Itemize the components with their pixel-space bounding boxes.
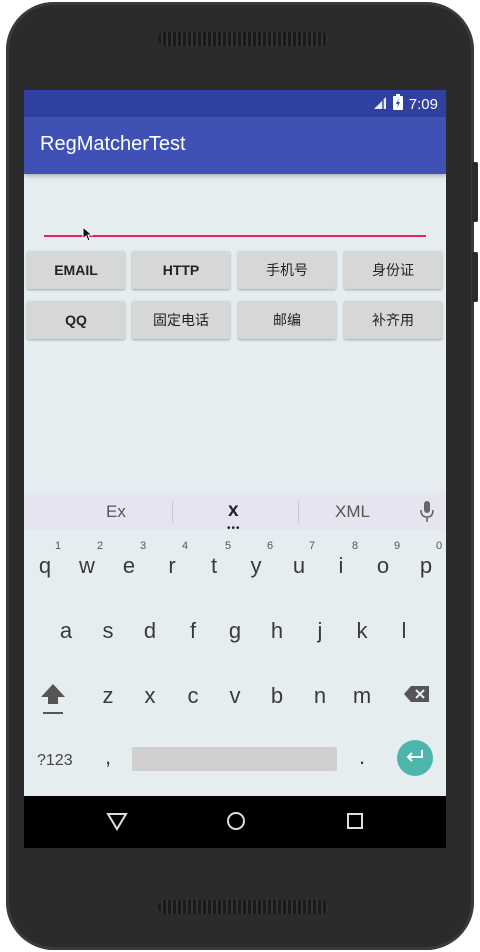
suggestion-center[interactable]: x: [228, 500, 239, 522]
power-button: [472, 252, 478, 302]
key-h[interactable]: h: [262, 618, 292, 644]
navigation-bar: [24, 796, 446, 848]
landline-button[interactable]: 固定电话: [132, 301, 230, 339]
space-key[interactable]: [132, 747, 337, 771]
key-i[interactable]: i: [326, 553, 356, 579]
enter-key[interactable]: [397, 740, 433, 776]
mobile-number-button[interactable]: 手机号: [238, 251, 336, 289]
key-hint: 6: [266, 540, 274, 552]
key-f[interactable]: f: [178, 618, 208, 644]
key-hint: 8: [351, 540, 359, 552]
key-b[interactable]: b: [262, 683, 292, 709]
qq-button[interactable]: QQ: [27, 301, 125, 339]
key-m[interactable]: m: [347, 683, 377, 709]
screen: 7:09 RegMatcherTest EMAIL HTTP 手机号 身份证 Q…: [24, 90, 446, 848]
key-l[interactable]: l: [389, 618, 419, 644]
battery-icon: [392, 94, 403, 114]
key-z[interactable]: z: [93, 683, 123, 709]
key-hint: 5: [224, 540, 232, 552]
text-input[interactable]: [44, 235, 426, 237]
suggestion-right[interactable]: XML: [335, 502, 370, 522]
key-t[interactable]: t: [199, 553, 229, 579]
key-n[interactable]: n: [305, 683, 335, 709]
top-speaker: [158, 32, 328, 46]
app-title: RegMatcherTest: [40, 133, 186, 155]
bottom-speaker: [158, 900, 328, 914]
id-card-button[interactable]: 身份证: [344, 251, 442, 289]
key-u[interactable]: u: [284, 553, 314, 579]
shift-icon[interactable]: [40, 682, 66, 721]
http-button[interactable]: HTTP: [132, 251, 230, 289]
home-icon[interactable]: [225, 810, 247, 836]
key-hint: 4: [181, 540, 189, 552]
key-a[interactable]: a: [51, 618, 81, 644]
recents-icon[interactable]: [344, 810, 366, 836]
key-hint: 7: [308, 540, 316, 552]
key-w[interactable]: w: [72, 553, 102, 579]
key-hint: 9: [393, 540, 401, 552]
status-time: 7:09: [408, 95, 438, 113]
padding-button[interactable]: 补齐用: [344, 301, 442, 339]
key-g[interactable]: g: [220, 618, 250, 644]
key-s[interactable]: s: [93, 618, 123, 644]
back-icon[interactable]: [106, 810, 128, 836]
key-v[interactable]: v: [220, 683, 250, 709]
suggestion-divider: [172, 501, 173, 523]
key-o[interactable]: o: [368, 553, 398, 579]
app-bar: RegMatcherTest: [24, 117, 446, 174]
key-hint: 3: [139, 540, 147, 552]
suggestion-left[interactable]: Ex: [106, 502, 126, 522]
key-c[interactable]: c: [178, 683, 208, 709]
key-d[interactable]: d: [135, 618, 165, 644]
signal-icon: [373, 95, 387, 114]
key-y[interactable]: y: [241, 553, 271, 579]
key-hint: 0: [435, 540, 443, 552]
mouse-pointer-icon: [82, 225, 94, 246]
enter-icon: [406, 749, 424, 768]
key-k[interactable]: k: [347, 618, 377, 644]
status-bar: 7:09: [24, 90, 446, 117]
symbols-key[interactable]: ?123: [37, 752, 73, 770]
keyboard: 1 2 3 4 5 6 7 8 9 0 q w e r t y u i o p …: [24, 530, 446, 796]
suggestion-divider: [298, 501, 299, 523]
key-e[interactable]: e: [114, 553, 144, 579]
backspace-icon[interactable]: [404, 685, 430, 708]
email-button[interactable]: EMAIL: [27, 251, 125, 289]
mic-icon[interactable]: [420, 501, 434, 528]
key-q[interactable]: q: [30, 553, 60, 579]
key-p[interactable]: p: [411, 553, 441, 579]
key-hint: 1: [54, 540, 62, 552]
volume-button: [472, 162, 478, 222]
postcode-button[interactable]: 邮编: [238, 301, 336, 339]
suggestion-strip: Ex x ••• XML: [24, 493, 446, 534]
key-comma[interactable]: ,: [93, 744, 123, 770]
key-r[interactable]: r: [157, 553, 187, 579]
key-j[interactable]: j: [305, 618, 335, 644]
key-period[interactable]: .: [347, 744, 377, 770]
key-hint: 2: [96, 540, 104, 552]
key-x[interactable]: x: [135, 683, 165, 709]
